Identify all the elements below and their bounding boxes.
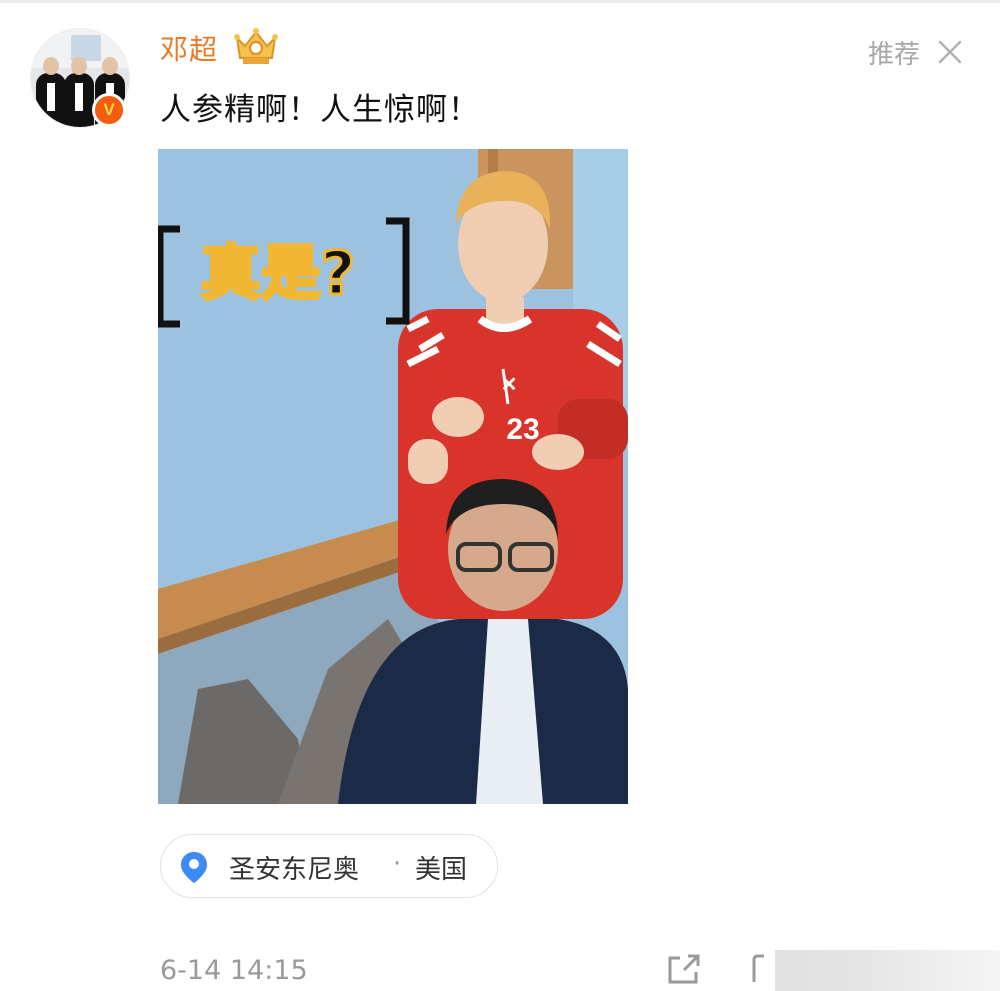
verified-badge-icon: V: [92, 93, 126, 127]
location-country: 美国: [415, 855, 468, 885]
image-caption: 真是?: [201, 239, 356, 309]
post-image-scene: ✕ 23 真是?: [158, 149, 628, 804]
close-icon[interactable]: [938, 40, 962, 64]
location-chip[interactable]: 圣安东尼奥 · 美国: [160, 834, 498, 898]
location-separator: ·: [393, 849, 402, 879]
svg-text:✕: ✕: [501, 374, 518, 396]
share-icon[interactable]: [666, 952, 702, 986]
recommend-label: 推荐: [868, 40, 921, 70]
post-text: 人参精啊！人生惊啊！: [160, 92, 480, 128]
blurred-action-area: [775, 950, 1000, 991]
post-timestamp: 6-14 14:15: [160, 955, 308, 986]
top-divider: [0, 0, 1000, 3]
avatar-person: [36, 57, 66, 127]
crown-badge-icon[interactable]: [233, 26, 279, 66]
location-pin-icon: [181, 852, 207, 883]
post-image[interactable]: ✕ 23 真是?: [158, 149, 628, 804]
jersey-number: 23: [506, 413, 539, 446]
location-city: 圣安东尼奥: [229, 855, 360, 885]
avatar-person: [64, 57, 94, 127]
username[interactable]: 邓超: [160, 28, 218, 68]
